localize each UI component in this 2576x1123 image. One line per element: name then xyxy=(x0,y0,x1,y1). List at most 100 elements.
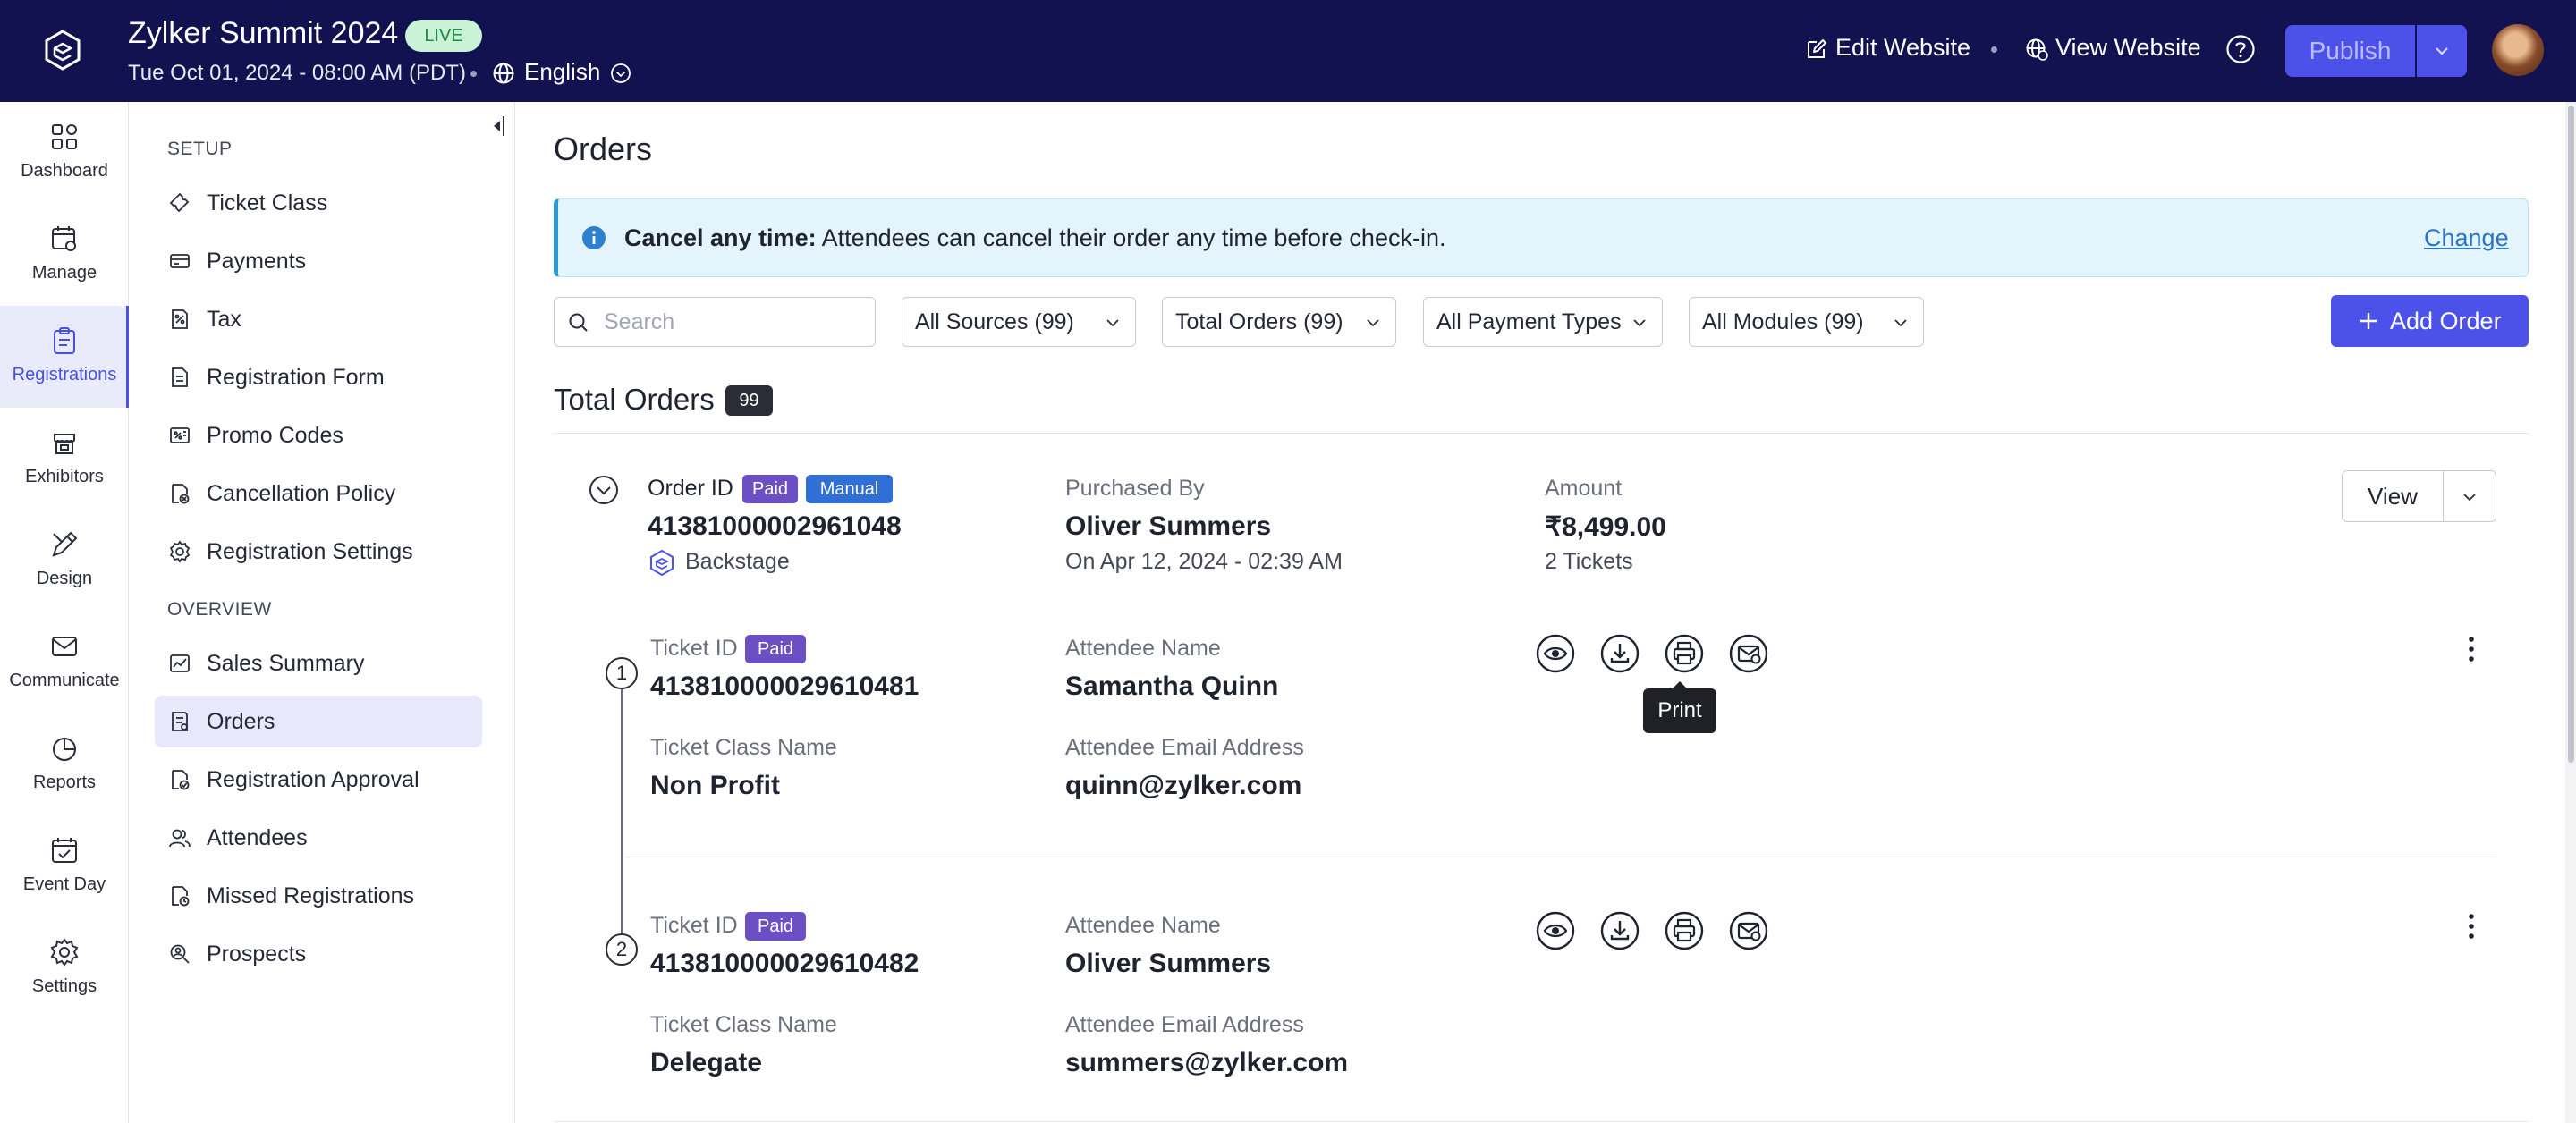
more-options-icon[interactable] xyxy=(2465,910,2478,942)
filter-modules-dropdown[interactable]: All Modules (99) xyxy=(1689,297,1924,347)
view-order-dropdown[interactable] xyxy=(2443,470,2496,522)
page-title: Orders xyxy=(554,131,653,167)
top-bar: Zylker Summit 2024 LIVE Tue Oct 01, 2024… xyxy=(0,0,2576,102)
sidebar-item-tax[interactable]: Tax xyxy=(155,293,482,345)
rail-item-exhibitors[interactable]: Exhibitors xyxy=(0,408,129,510)
total-orders-heading: Total Orders xyxy=(554,383,715,416)
rail-item-reports[interactable]: Reports xyxy=(0,713,129,815)
search-icon xyxy=(569,313,588,332)
rail-item-settings[interactable]: Settings xyxy=(0,917,129,1019)
attendee-name-label: Attendee Name xyxy=(1065,636,1221,661)
sidebar-item-payments[interactable]: Payments xyxy=(155,235,482,287)
view-ticket-icon[interactable] xyxy=(1536,634,1575,673)
more-options-icon[interactable] xyxy=(2465,633,2478,665)
sidebar-item-cancellation-policy[interactable]: Cancellation Policy xyxy=(155,468,482,519)
search-input[interactable] xyxy=(604,308,863,335)
sidebar-item-registration-settings[interactable]: Registration Settings xyxy=(155,526,482,578)
view-ticket-icon[interactable] xyxy=(1536,911,1575,950)
paid-badge: Paid xyxy=(745,912,806,941)
email-ticket-icon[interactable] xyxy=(1729,634,1768,673)
ticket-class-label: Ticket Class Name xyxy=(650,1012,837,1037)
rail-item-dashboard[interactable]: Dashboard xyxy=(0,102,129,204)
form-icon xyxy=(172,367,188,387)
rail-label: Design xyxy=(36,569,93,588)
setup-heading: SETUP xyxy=(167,139,233,159)
email-ticket-icon[interactable] xyxy=(1729,911,1768,950)
add-order-button[interactable]: Add Order xyxy=(2331,295,2529,347)
change-link[interactable]: Change xyxy=(2424,224,2509,252)
edit-website-link[interactable]: Edit Website xyxy=(1835,34,1970,62)
cancellation-icon xyxy=(172,484,190,504)
rail-item-communicate[interactable]: Communicate xyxy=(0,612,129,713)
separator-dot xyxy=(1991,46,1997,53)
filter-sources-dropdown[interactable]: All Sources (99) xyxy=(902,297,1136,347)
scrollbar-thumb[interactable] xyxy=(2568,106,2574,763)
filter-payment-types-dropdown[interactable]: All Payment Types xyxy=(1423,297,1663,347)
download-ticket-icon[interactable] xyxy=(1600,634,1640,673)
registrations-icon xyxy=(54,327,75,354)
zylker-logo-icon[interactable] xyxy=(41,29,84,72)
tax-icon xyxy=(172,309,188,329)
rail-item-event-day[interactable]: Event Day xyxy=(0,815,129,917)
exhibitors-icon xyxy=(54,434,75,454)
sidebar-item-orders[interactable]: Orders xyxy=(155,696,482,747)
ticket-number: 2 xyxy=(606,933,638,966)
ticket-id-label: Ticket ID xyxy=(650,636,738,661)
sidebar-item-ticket-class[interactable]: Ticket Class xyxy=(155,177,482,229)
purchased-by-value: Oliver Summers xyxy=(1065,511,1272,541)
chevron-down-icon xyxy=(1633,319,1646,327)
order-id-label: Order ID xyxy=(648,476,733,501)
attendee-email-value: summers@zylker.com xyxy=(1065,1048,1349,1077)
settings-icon xyxy=(50,938,79,967)
sidebar-item-label: Tax xyxy=(207,307,242,332)
globe-icon xyxy=(493,63,514,84)
chevron-down-icon xyxy=(1367,319,1379,327)
download-ticket-icon[interactable] xyxy=(1600,911,1640,950)
sidebar-item-label: Ticket Class xyxy=(207,190,328,215)
promo-icon xyxy=(170,427,190,443)
view-website-link[interactable]: View Website xyxy=(2055,34,2201,62)
banner-body-text: Attendees can cancel their order any tim… xyxy=(816,224,1446,251)
ticket-id-value: 413810000029610481 xyxy=(650,671,919,701)
collapse-order-icon[interactable] xyxy=(588,474,620,506)
rail-item-registrations[interactable]: Registrations xyxy=(0,306,129,408)
sidebar-item-promo-codes[interactable]: Promo Codes xyxy=(155,410,482,461)
amount-value: ₹8,499.00 xyxy=(1545,512,1666,542)
sales-icon xyxy=(170,654,190,672)
sidebar-item-missed-registrations[interactable]: Missed Registrations xyxy=(155,870,482,922)
sidebar-item-prospects[interactable]: Prospects xyxy=(155,928,482,980)
sidebar-item-sales-summary[interactable]: Sales Summary xyxy=(155,637,482,689)
event-day-icon xyxy=(52,838,77,863)
rail-label: Registrations xyxy=(12,365,117,384)
ticket-count: 2 Tickets xyxy=(1545,549,1633,574)
rail-item-manage[interactable]: Manage xyxy=(0,204,129,306)
banner-bold-text: Cancel any time: xyxy=(624,224,817,251)
search-box[interactable] xyxy=(554,297,876,347)
sidebar-item-registration-form[interactable]: Registration Form xyxy=(155,351,482,403)
user-avatar[interactable] xyxy=(2492,24,2544,76)
sidebar-item-label: Registration Approval xyxy=(207,767,419,792)
chevron-down-circle-icon[interactable] xyxy=(610,63,631,84)
help-icon[interactable] xyxy=(2225,34,2256,64)
sidebar-item-attendees[interactable]: Attendees xyxy=(155,812,482,864)
rail-label: Event Day xyxy=(22,874,106,894)
rail-item-design[interactable]: Design xyxy=(0,510,129,612)
publish-dropdown-button[interactable] xyxy=(2417,25,2467,77)
sidebar-item-label: Attendees xyxy=(207,825,308,850)
print-ticket-icon[interactable] xyxy=(1665,634,1704,673)
filter-label: All Modules (99) xyxy=(1702,309,1864,334)
collapse-sidebar-icon[interactable] xyxy=(490,114,508,138)
globe-link-icon[interactable] xyxy=(2025,38,2048,61)
communicate-icon xyxy=(52,637,77,656)
filter-orders-dropdown[interactable]: Total Orders (99) xyxy=(1162,297,1396,347)
print-ticket-icon[interactable] xyxy=(1665,911,1704,950)
publish-button[interactable]: Publish xyxy=(2285,25,2415,77)
edit-icon[interactable] xyxy=(1805,38,1828,61)
prospects-icon xyxy=(170,944,190,964)
rail-label: Settings xyxy=(31,976,97,996)
language-selector[interactable]: English xyxy=(524,58,600,86)
payments-icon xyxy=(170,254,190,268)
view-order-button[interactable]: View xyxy=(2342,470,2444,522)
gear-icon xyxy=(169,540,191,563)
sidebar-item-registration-approval[interactable]: Registration Approval xyxy=(155,754,482,806)
